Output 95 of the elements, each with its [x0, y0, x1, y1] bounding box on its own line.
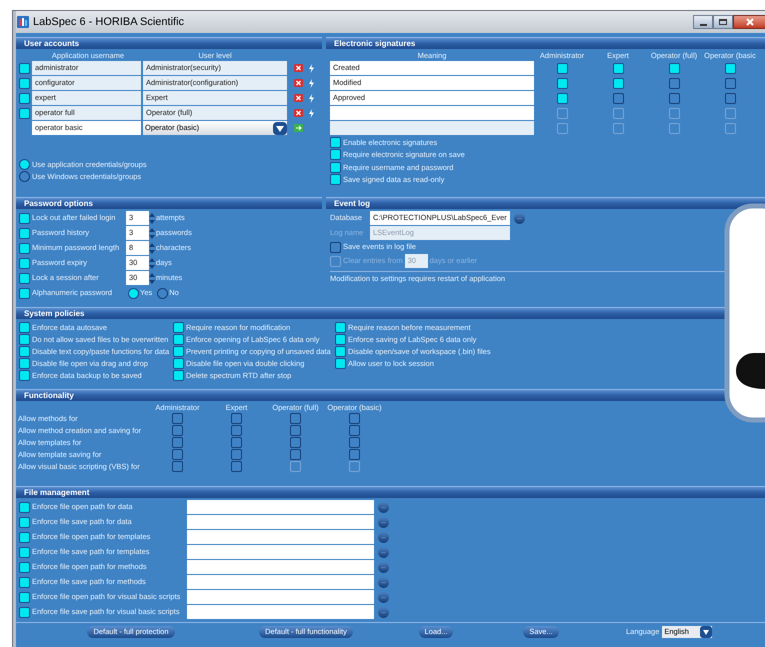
checkbox[interactable] — [668, 78, 680, 88]
checkbox[interactable] — [330, 242, 341, 252]
checkbox[interactable] — [290, 425, 301, 436]
delete-icon[interactable] — [294, 94, 303, 102]
checkbox[interactable] — [19, 62, 30, 74]
path-field[interactable] — [187, 530, 374, 544]
checkbox[interactable] — [668, 62, 680, 74]
checkbox[interactable] — [231, 449, 242, 460]
checkbox[interactable] — [19, 346, 30, 357]
radio-button[interactable] — [19, 159, 30, 170]
add-user-icon[interactable] — [294, 124, 303, 132]
checkbox[interactable] — [19, 78, 30, 88]
delete-icon[interactable] — [294, 109, 303, 117]
checkbox[interactable] — [290, 437, 301, 448]
checkbox[interactable] — [231, 425, 242, 436]
checkbox[interactable] — [330, 149, 341, 160]
section-header: Event log — [326, 197, 765, 209]
checkbox[interactable] — [19, 562, 30, 572]
checkbox[interactable] — [19, 370, 30, 381]
window-title: LabSpec 6 - HORIBA Scientific — [33, 14, 184, 30]
section-header: Password options — [16, 197, 322, 209]
checkbox[interactable] — [19, 272, 30, 284]
section-header: File management — [16, 486, 765, 498]
checkbox[interactable] — [724, 78, 736, 88]
checkbox[interactable] — [19, 92, 30, 104]
checkbox[interactable] — [19, 606, 30, 618]
checkbox[interactable] — [724, 92, 736, 104]
checkbox[interactable] — [612, 92, 624, 104]
section-header: Electronic signatures — [326, 37, 765, 49]
checkbox[interactable] — [19, 242, 30, 254]
path-field[interactable] — [187, 590, 374, 604]
checkbox[interactable] — [556, 92, 568, 104]
radio-button[interactable] — [128, 288, 139, 298]
checkbox[interactable] — [19, 108, 30, 118]
close-button[interactable] — [733, 15, 765, 29]
checkbox[interactable] — [335, 346, 346, 357]
path-field[interactable] — [187, 500, 374, 514]
checkbox[interactable] — [173, 322, 184, 333]
checkbox[interactable] — [19, 502, 30, 512]
checkbox[interactable] — [19, 212, 30, 224]
checkbox[interactable] — [19, 228, 30, 238]
checkbox[interactable] — [290, 449, 301, 460]
checkbox[interactable] — [556, 78, 568, 88]
checkbox[interactable] — [19, 288, 30, 298]
checkbox[interactable] — [724, 62, 736, 74]
checkbox[interactable] — [349, 449, 360, 460]
path-field[interactable] — [187, 545, 374, 559]
checkbox[interactable] — [330, 162, 341, 173]
checkbox[interactable] — [231, 413, 242, 424]
path-field[interactable] — [187, 515, 374, 529]
checkbox[interactable] — [290, 413, 301, 424]
checkbox[interactable] — [172, 461, 183, 472]
close-icon[interactable] — [746, 18, 754, 26]
checkbox[interactable] — [19, 592, 30, 602]
checkbox[interactable] — [335, 334, 346, 345]
checkbox[interactable] — [173, 370, 184, 381]
delete-icon[interactable] — [294, 79, 303, 87]
checkbox[interactable] — [172, 425, 183, 436]
path-field[interactable] — [187, 575, 374, 589]
checkbox[interactable] — [231, 461, 242, 472]
checkbox[interactable] — [173, 346, 184, 357]
checkbox[interactable] — [172, 437, 183, 448]
minimize-button[interactable] — [693, 15, 713, 29]
checkbox[interactable] — [19, 358, 30, 369]
checkbox[interactable] — [330, 137, 341, 148]
checkbox[interactable] — [19, 546, 30, 558]
checkbox[interactable] — [335, 322, 346, 333]
checkbox[interactable] — [668, 92, 680, 104]
checkbox[interactable] — [19, 532, 30, 542]
checkbox[interactable] — [19, 576, 30, 588]
checkbox[interactable] — [349, 425, 360, 436]
checkbox[interactable] — [349, 413, 360, 424]
checkbox[interactable] — [19, 258, 30, 268]
checkbox[interactable] — [612, 78, 624, 88]
app-logo-icon — [17, 16, 29, 28]
path-field[interactable] — [187, 605, 374, 619]
checkbox[interactable] — [172, 449, 183, 460]
checkbox[interactable] — [173, 358, 184, 369]
checkbox[interactable] — [556, 62, 568, 74]
section-header: User accounts — [16, 37, 322, 49]
checkbox[interactable] — [330, 174, 341, 185]
checkbox[interactable] — [19, 322, 30, 333]
checkbox[interactable] — [349, 437, 360, 448]
radio-button[interactable] — [19, 171, 30, 182]
checkbox[interactable] — [173, 334, 184, 345]
checkbox[interactable] — [231, 437, 242, 448]
checkbox[interactable] — [335, 358, 346, 369]
checkbox[interactable] — [172, 413, 183, 424]
checkbox[interactable] — [612, 62, 624, 74]
checkbox[interactable] — [19, 334, 30, 345]
maximize-button[interactable] — [713, 15, 733, 29]
delete-icon[interactable] — [294, 64, 303, 72]
checkbox[interactable] — [19, 516, 30, 528]
radio-button[interactable] — [157, 288, 168, 298]
path-field[interactable] — [187, 560, 374, 574]
